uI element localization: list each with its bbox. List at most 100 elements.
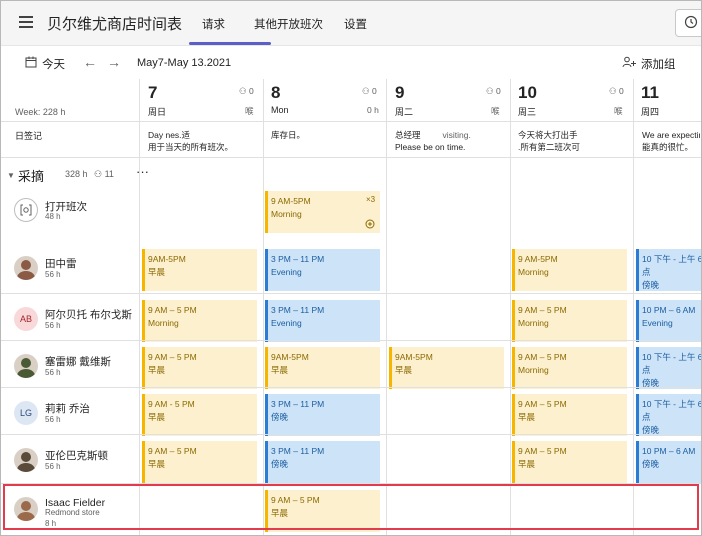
shift-card[interactable]: 10 下午 - 上午 6 点傍晚 (636, 249, 701, 291)
group-more-options-icon[interactable]: ··· (136, 164, 149, 179)
employee-name[interactable]: 田中雷 (45, 256, 77, 271)
group-hours: 328 h (65, 169, 88, 179)
shift-card[interactable]: 3 PM – 11 PM 傍晚 (265, 394, 380, 436)
shift-card[interactable]: 9AM-5PM 早晨 (142, 249, 257, 291)
collapse-chevron-icon[interactable]: ▼ (7, 171, 15, 180)
shift-time: 9 AM-5PM (271, 196, 311, 206)
row-divider (1, 434, 701, 435)
schedule-window: 贝尔维尤商店时间表 请求 其他开放班次 设置 今天 ← → May7-May 1… (0, 0, 702, 536)
day-note[interactable]: 库存日。 (271, 129, 391, 141)
group-name: 采摘 (18, 169, 45, 184)
open-shift-icon (14, 198, 38, 222)
day-name: 周二 (395, 107, 414, 117)
tab-settings[interactable]: 设置 (344, 16, 367, 32)
shift-card[interactable]: 10 下午 - 上午 6 点傍晚 (636, 347, 702, 389)
hamburger-menu-icon[interactable] (19, 16, 33, 31)
people-icon: ⚇ (94, 169, 103, 179)
employee-hours: 56 h (45, 462, 61, 471)
shift-card[interactable]: 9 AM - 5 PM 早晨 (142, 394, 257, 436)
shift-card[interactable]: 9AM-5PM 早晨 (265, 347, 380, 389)
shift-card[interactable]: 9 AM – 5 PM Morning (512, 300, 627, 342)
day-member-count: ⚇ 0 (362, 86, 377, 97)
note-line: .所有第二班次可 (518, 142, 580, 152)
day-member-count: ⚇ 0 (239, 86, 254, 97)
shift-time: 10 PM – 6 AM (642, 305, 696, 315)
shift-time: 3 PM – 11 PM (271, 399, 325, 409)
shift-label: Morning (518, 318, 549, 328)
shift-card[interactable]: 9 AM – 5 PM 早晨 (512, 394, 627, 436)
people-icon: ⚇ (609, 86, 617, 96)
toolbar: 今天 ← → May7-May 13.2021 添加组 (1, 46, 701, 78)
next-week-arrow-icon[interactable]: → (107, 54, 121, 70)
tab-other-open-shifts[interactable]: 其他开放班次 (254, 16, 323, 32)
shift-card[interactable]: 9 AM – 5 PM 早晨 (142, 347, 257, 389)
shift-label: Morning (518, 365, 549, 375)
shift-time: 9 AM-5PM (518, 254, 558, 264)
employee-name[interactable]: 亚伦巴克斯顿 (45, 448, 108, 463)
shift-time: 9AM-5PM (395, 352, 433, 362)
employee-name[interactable]: 塞雷娜 戴维斯 (45, 354, 111, 369)
people-icon: ⚇ (239, 86, 247, 96)
shift-card[interactable]: 9 AM-5PM Morning (512, 249, 627, 291)
shift-label: 傍晚 (642, 280, 660, 290)
active-tab-indicator (189, 42, 271, 45)
top-bar: 贝尔维尤商店时间表 请求 其他开放班次 设置 (1, 1, 701, 46)
shift-card[interactable]: 10 PM – 6 AM Evening (636, 300, 701, 342)
add-group-icon (622, 56, 636, 68)
assign-shift-icon[interactable] (365, 219, 375, 229)
shift-time: 3 PM – 11 PM (271, 446, 325, 456)
shift-card[interactable]: 9 AM – 5 PM 早晨 (512, 441, 627, 483)
shift-label: 早晨 (271, 365, 289, 375)
shift-label: Morning (148, 318, 179, 328)
shift-label: 早晨 (395, 365, 413, 375)
shift-card[interactable]: 9 AM – 5 PM 早晨 (142, 441, 257, 483)
day-note[interactable]: Day nes.适 用于当天的所有班次。 (148, 129, 268, 153)
day-name: 周三 (518, 107, 537, 117)
employee-hours: 56 h (45, 415, 61, 424)
shift-label: 早晨 (148, 459, 166, 469)
time-clock-button[interactable] (675, 9, 701, 37)
shift-time: 9 AM – 5 PM (518, 399, 567, 409)
employee-name[interactable]: 莉莉 乔治 (45, 401, 90, 416)
shift-card[interactable]: 3 PM – 11 PM Evening (265, 300, 380, 342)
shift-card[interactable]: 10 下午 - 上午 6 点傍晚 (636, 394, 701, 436)
shift-time: 9 AM – 5 PM (148, 446, 197, 456)
day-member-count: ⚇ 0 (486, 86, 501, 97)
shift-label: 傍晚 (271, 459, 289, 469)
date-range-picker[interactable]: May7-May 13.2021 (137, 57, 231, 69)
schedule-title: 贝尔维尤商店时间表 (47, 16, 183, 33)
day-note[interactable]: 今天将大打出手 .所有第二班次可 (518, 129, 638, 153)
day-hours: 喉 (245, 106, 254, 116)
previous-week-arrow-icon[interactable]: ← (83, 54, 97, 70)
shift-label: Evening (271, 318, 302, 328)
shift-time: 3 PM – 11 PM (271, 305, 325, 315)
day-note[interactable]: We are expecting 能真的很忙。 (642, 129, 700, 153)
add-group-button[interactable]: 添加组 (641, 56, 676, 72)
note-line: 用于当天的所有班次。 (148, 142, 234, 152)
shift-label: 早晨 (148, 267, 166, 277)
day-note[interactable]: 总经理 visiting. Please be on time. (395, 129, 515, 153)
day-hours: 喉 (491, 106, 500, 116)
shift-time: 9 AM – 5 PM (148, 305, 197, 315)
open-shift-count: ×3 (366, 195, 376, 204)
shift-card[interactable]: 9AM-5PM 早晨 (389, 347, 504, 389)
person-photo-icon (14, 354, 38, 378)
shift-time: 9 AM – 5 PM (518, 305, 567, 315)
shift-label: 傍晚 (271, 412, 289, 422)
avatar (14, 354, 38, 378)
day-number: 11 (641, 83, 659, 102)
open-shift-card[interactable]: 9 AM-5PM Morning (265, 191, 380, 233)
day-notes-label: 日签记 (15, 131, 43, 141)
shift-card[interactable]: 3 PM – 11 PM Evening (265, 249, 380, 291)
today-button[interactable]: 今天 (42, 56, 65, 72)
shift-card[interactable]: 9 AM – 5 PM Morning (512, 347, 627, 389)
day-number: 7 (148, 83, 158, 102)
shift-time: 10 下午 - 上午 6 点 (642, 352, 702, 375)
day-stat-value: 0 (496, 86, 501, 96)
tab-requests[interactable]: 请求 (202, 16, 225, 32)
shift-card[interactable]: 9 AM – 5 PM Morning (142, 300, 257, 342)
employee-name[interactable]: 阿尔贝托 布尔戈斯 (45, 307, 132, 322)
shift-card[interactable]: 10 PM – 6 AM 傍晚 (636, 441, 701, 483)
people-icon: ⚇ (362, 86, 370, 96)
shift-card[interactable]: 3 PM – 11 PM 傍晚 (265, 441, 380, 483)
